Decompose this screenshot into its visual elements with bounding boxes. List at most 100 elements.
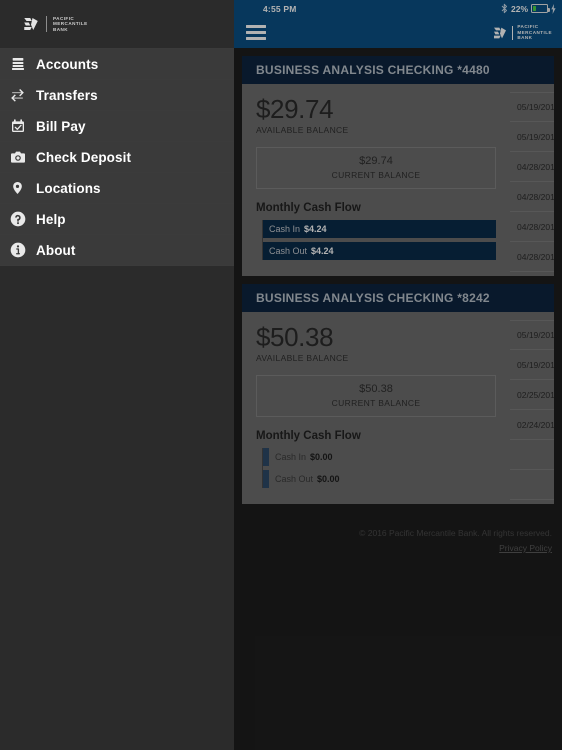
transaction-list: 05/19/2016 05/19/2016 04/28/2016 04/28/2016… [510, 84, 554, 276]
sidebar-item-label: Transfers [36, 87, 98, 103]
brand-logo: Pacific Mercantile Bank [22, 15, 88, 33]
map-pin-icon [9, 180, 26, 197]
transaction-row[interactable]: 04/28/2016 [510, 182, 554, 212]
account-summary: $50.38 AVAILABLE BALANCE $50.38 CURRENT BAL… [242, 312, 510, 504]
charging-bolt-icon [551, 3, 556, 14]
transaction-row[interactable]: 02/24/2016 [510, 410, 554, 440]
account-card-header: BUSINESS ANALYSIS CHECKING *4480 [242, 56, 554, 84]
available-balance-label: AVAILABLE BALANCE [256, 125, 349, 135]
current-balance-amount: $29.74 [359, 155, 393, 167]
privacy-policy-link[interactable]: Privacy Policy [499, 543, 552, 553]
status-bar-indicators: 22% [501, 3, 556, 14]
transaction-row[interactable]: 02/25/2016 [510, 380, 554, 410]
transaction-date: 05/19/2016 [517, 131, 554, 142]
camera-icon [9, 149, 26, 166]
chart-axis [262, 220, 263, 260]
hamburger-bar-1 [246, 25, 266, 28]
transaction-row[interactable]: 04/28/2016 [510, 242, 554, 272]
cashflow-bar: Cash In $4.24 [263, 220, 496, 238]
cashflow-bar-label: Cash In [275, 452, 307, 462]
page-footer: © 2016 Pacific Mercantile Bank. All righ… [234, 512, 562, 556]
current-balance-box: $50.38 CURRENT BALANCE [256, 375, 496, 417]
hamburger-menu-icon[interactable] [246, 22, 266, 43]
current-balance-amount: $50.38 [359, 383, 393, 395]
account-card[interactable]: BUSINESS ANALYSIS CHECKING *4480 $29.74 AV… [242, 56, 554, 276]
account-list-scroll-area[interactable]: BUSINESS ANALYSIS CHECKING *4480 $29.74 AV… [234, 56, 562, 750]
cashflow-chart: Cash In $0.00 Cash Out $0.00 [256, 448, 496, 488]
cashflow-bar-row: Cash Out $4.24 [263, 242, 496, 260]
transaction-date: 05/19/2016 [517, 330, 554, 340]
sidebar-item-check-deposit[interactable]: Check Deposit [0, 142, 234, 173]
cashflow-bar-value: $0.00 [317, 474, 340, 484]
sidebar-item-locations[interactable]: Locations [0, 173, 234, 204]
cashflow-bar-row: Cash In $0.00 [263, 448, 496, 466]
brand-divider [512, 25, 514, 40]
app-bar: Pacific Mercantile Bank [234, 17, 562, 48]
cashflow-bar-label: Cash In [269, 224, 301, 234]
calendar-check-icon [9, 118, 26, 135]
account-card[interactable]: BUSINESS ANALYSIS CHECKING *8242 $50.38 AV… [242, 284, 554, 504]
transaction-date: 04/28/2016 [517, 191, 554, 202]
transaction-row[interactable]: 05/19/2016 [510, 92, 554, 122]
transaction-date: 04/28/2016 [517, 161, 554, 172]
transaction-date: 04/28/2016 [517, 251, 554, 262]
chart-axis [262, 448, 263, 488]
transaction-row[interactable] [510, 470, 554, 500]
brand-line-3: Bank [53, 26, 69, 32]
main-panel: 4:55 PM 22% PACIFIC MERCANTILE BANK BUSI… [234, 0, 562, 750]
question-circle-icon [9, 211, 26, 228]
transaction-row[interactable]: 04/28/2016 [510, 212, 554, 242]
transaction-row[interactable]: 05/19/2016 [510, 122, 554, 152]
transaction-row[interactable]: 04/28/2016 [510, 152, 554, 182]
transaction-date: 05/19/2016 [517, 359, 554, 370]
copyright-text: © 2016 Pacific Mercantile Bank. All righ… [359, 528, 552, 538]
pmb-pinwheel-icon [494, 27, 507, 38]
account-card-body: $50.38 AVAILABLE BALANCE $50.38 CURRENT BAL… [242, 312, 554, 504]
cashflow-title: Monthly Cash Flow [256, 430, 361, 442]
cashflow-bar-value: $0.00 [310, 452, 333, 462]
transaction-date: 05/19/2016 [517, 102, 554, 112]
battery-fill [533, 6, 536, 11]
cashflow-chart: Cash In $4.24 Cash Out $4.24 [256, 220, 496, 260]
transaction-date: 04/28/2016 [517, 221, 554, 232]
pmb-pinwheel-icon [24, 18, 38, 30]
available-balance-amount: $29.74 [256, 94, 334, 124]
sidebar-item-accounts[interactable]: Accounts [0, 49, 234, 80]
transaction-row[interactable]: 05/19/2016 [510, 320, 554, 350]
account-cards-container: BUSINESS ANALYSIS CHECKING *4480 $29.74 AV… [234, 56, 562, 504]
sidebar-item-label: About [36, 242, 76, 258]
account-summary: $29.74 AVAILABLE BALANCE $29.74 CURRENT BAL… [242, 84, 510, 276]
current-balance-box: $29.74 CURRENT BALANCE [256, 147, 496, 189]
sidebar-item-bill-pay[interactable]: Bill Pay [0, 111, 234, 142]
cashflow-bar-text: Cash In $0.00 [269, 448, 333, 466]
cashflow-bar-value: $4.24 [304, 224, 327, 234]
sidebar-item-label: Check Deposit [36, 149, 132, 165]
sidebar-item-help[interactable]: Help [0, 204, 234, 235]
transaction-list: 05/19/2016 05/19/2016 02/25/2016 02/24/2016 [510, 312, 554, 504]
brand-line-2: Mercantile [53, 21, 88, 27]
hamburger-bar-2 [246, 31, 266, 34]
transfer-arrows-icon [9, 87, 26, 104]
app-root: Pacific Mercantile Bank Accounts Transfer… [0, 0, 562, 750]
cashflow-bar-label: Cash Out [269, 246, 308, 256]
cashflow-bar-row: Cash In $4.24 [263, 220, 496, 238]
account-title: BUSINESS ANALYSIS CHECKING *4480 [256, 63, 490, 77]
bank-icon [9, 56, 26, 73]
sidebar-item-about[interactable]: About [0, 235, 234, 266]
cashflow-title: Monthly Cash Flow [256, 202, 361, 214]
sidebar-nav-list: Accounts Transfers Bill Pay Check Deposit Lo… [0, 48, 234, 266]
transaction-date: 02/25/2016 [517, 389, 554, 400]
brand-wordmark: Pacific Mercantile Bank [517, 24, 552, 41]
cashflow-bar-text: Cash Out $0.00 [269, 470, 340, 488]
available-balance-amount: $50.38 [256, 322, 334, 352]
sidebar-item-transfers[interactable]: Transfers [0, 80, 234, 111]
drawer-brand-header: Pacific Mercantile Bank [0, 0, 234, 48]
transaction-row[interactable]: 05/19/2016 [510, 350, 554, 380]
battery-icon [531, 4, 550, 13]
brand-divider [46, 16, 47, 32]
available-balance-label: AVAILABLE BALANCE [256, 353, 349, 363]
brand-wordmark: Pacific Mercantile Bank [53, 16, 88, 33]
sidebar-item-label: Bill Pay [36, 118, 86, 134]
cashflow-bar-row: Cash Out $0.00 [263, 470, 496, 488]
transaction-row[interactable] [510, 440, 554, 470]
